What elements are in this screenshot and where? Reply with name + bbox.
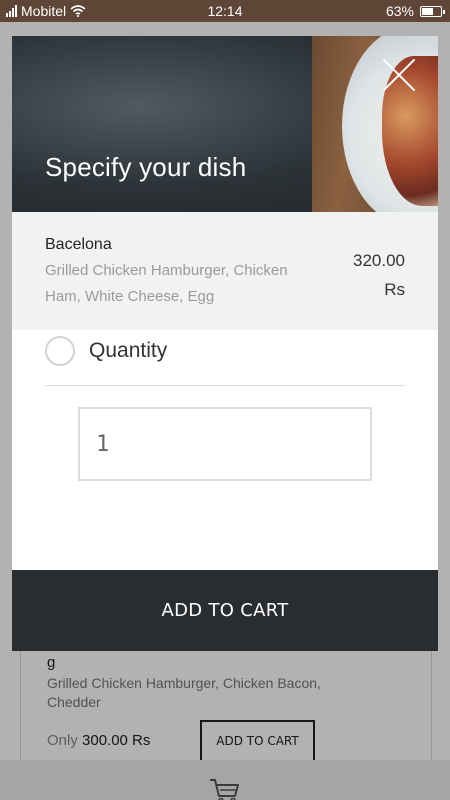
quantity-radio[interactable] bbox=[45, 336, 75, 366]
add-to-cart-button[interactable]: ADD TO CART bbox=[12, 570, 438, 651]
clock: 12:14 bbox=[207, 3, 243, 19]
specify-dish-modal: Specify your dish Bacelona Grilled Chick… bbox=[12, 36, 438, 651]
dish-description: Grilled Chicken Hamburger, Chicken Ham, … bbox=[45, 262, 288, 305]
close-icon[interactable] bbox=[380, 56, 418, 94]
hero-banner: Specify your dish bbox=[12, 36, 438, 212]
dish-name: Bacelona bbox=[45, 236, 112, 253]
battery-fill bbox=[422, 7, 433, 15]
status-right: 63% bbox=[385, 3, 445, 19]
quantity-input[interactable] bbox=[78, 407, 372, 481]
battery-icon bbox=[420, 5, 445, 17]
battery-percent: 63% bbox=[385, 3, 414, 19]
quantity-option-label: Quantity bbox=[89, 339, 168, 362]
dish-summary: Bacelona Grilled Chicken Hamburger, Chic… bbox=[12, 212, 438, 330]
dish-price: 320.00 Rs bbox=[353, 251, 405, 299]
quantity-option[interactable]: Quantity bbox=[45, 336, 405, 386]
status-bar: Mobitel 12:14 63% bbox=[0, 0, 450, 22]
divider bbox=[45, 385, 405, 386]
modal-title: Specify your dish bbox=[45, 152, 247, 182]
